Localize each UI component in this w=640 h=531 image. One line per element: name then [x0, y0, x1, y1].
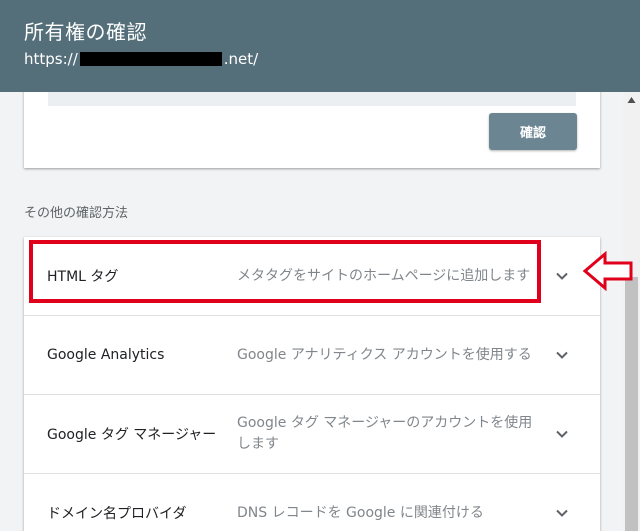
page-title: 所有権の確認: [24, 20, 147, 44]
scroll-thumb[interactable]: [625, 277, 638, 531]
method-google-analytics[interactable]: Google Analytics Google アナリティクス アカウントを使用…: [24, 316, 600, 395]
method-description: DNS レコードを Google に関連付ける: [237, 504, 484, 521]
left-arrow-icon: [582, 251, 633, 291]
method-name: Google Analytics: [47, 347, 165, 363]
method-description: メタタグをサイトのホームページに追加します: [237, 267, 531, 284]
scroll-up-icon[interactable]: [627, 96, 636, 104]
dialog-content: 確認 その他の確認方法 HTML タグ メタタグをサイトのホームページに追加しま…: [0, 92, 623, 531]
method-google-tag-manager[interactable]: Google タグ マネージャー Google タグ マネージャーのアカウントを…: [24, 395, 600, 474]
meta-tag-field[interactable]: [48, 92, 576, 106]
verify-button[interactable]: 確認: [489, 113, 577, 150]
chevron-down-icon[interactable]: [554, 347, 570, 363]
other-methods-heading: その他の確認方法: [24, 206, 129, 221]
method-description: Google アナリティクス アカウントを使用する: [237, 346, 532, 363]
property-url: https:// .net/: [24, 50, 258, 68]
redacted-domain: [79, 52, 222, 66]
dialog-header: 所有権の確認 https:// .net/: [0, 0, 640, 92]
method-name: ドメイン名プロバイダ: [47, 506, 187, 522]
chevron-down-icon[interactable]: [554, 426, 570, 442]
method-domain-provider[interactable]: ドメイン名プロバイダ DNS レコードを Google に関連付ける: [24, 474, 600, 531]
chevron-down-icon[interactable]: [554, 268, 570, 284]
url-prefix: https://: [24, 50, 78, 68]
verification-methods-list: HTML タグ メタタグをサイトのホームページに追加します Google Ana…: [24, 237, 600, 531]
verify-card: 確認: [24, 92, 600, 168]
url-suffix: .net/: [223, 50, 259, 68]
method-name: HTML タグ: [47, 269, 119, 285]
method-html-tag[interactable]: HTML タグ メタタグをサイトのホームページに追加します: [24, 237, 600, 316]
chevron-down-icon[interactable]: [554, 505, 570, 521]
vertical-scrollbar[interactable]: [623, 92, 640, 531]
method-description: Google タグ マネージャーのアカウントを使用します: [237, 415, 533, 452]
method-name: Google タグ マネージャー: [47, 427, 217, 443]
